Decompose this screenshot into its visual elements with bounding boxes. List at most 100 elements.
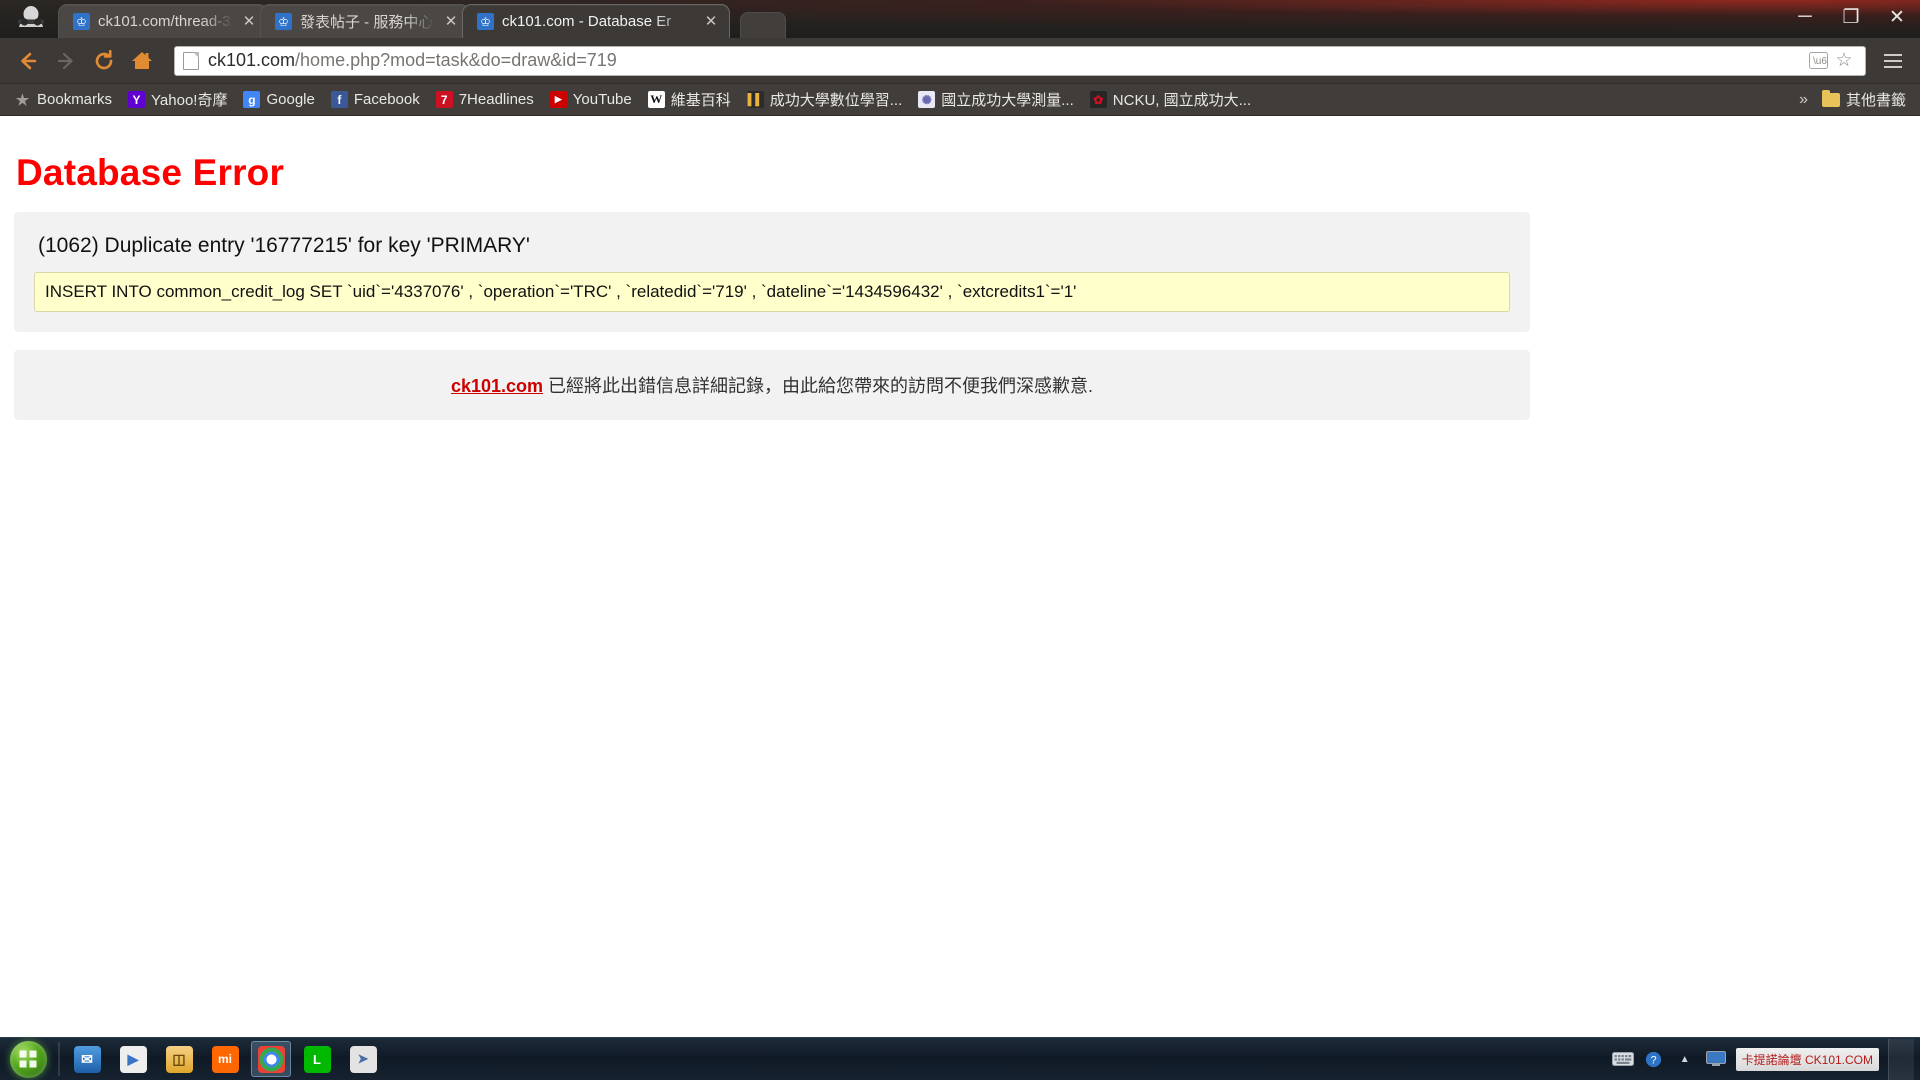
- line-icon: L: [303, 1045, 331, 1073]
- youtube-icon: ▶: [549, 91, 567, 108]
- messenger-icon: ✉: [73, 1045, 101, 1073]
- bookmark-item-7headlines[interactable]: 7 7Headlines: [428, 88, 542, 111]
- sevenheadlines-icon: 7: [435, 91, 453, 108]
- reload-button[interactable]: [86, 43, 122, 79]
- bookmark-item-ncku-survey[interactable]: ✺ 國立成功大學測量...: [910, 86, 1082, 113]
- bookmark-label: YouTube: [572, 91, 632, 108]
- maximize-button[interactable]: ❐: [1828, 0, 1874, 34]
- taskbar-item-line[interactable]: L: [297, 1041, 337, 1077]
- bookmark-item-google[interactable]: g Google: [235, 88, 322, 111]
- bookmark-item-facebook[interactable]: f Facebook: [323, 88, 428, 111]
- windows-start-orb-icon: [9, 1040, 47, 1078]
- error-panel: (1062) Duplicate entry '16777215' for ke…: [14, 212, 1530, 332]
- bookmark-item-bookmarks[interactable]: ★ Bookmarks: [6, 88, 120, 111]
- bookmark-label: Google: [266, 91, 315, 108]
- sql-query-box: INSERT INTO common_credit_log SET `uid`=…: [34, 272, 1510, 312]
- other-bookmarks-folder[interactable]: 其他書籤: [1814, 86, 1914, 113]
- back-button[interactable]: [10, 43, 46, 79]
- new-tab-button[interactable]: [740, 12, 786, 38]
- error-message: (1062) Duplicate entry '16777215' for ke…: [38, 234, 530, 257]
- status-badge: 卡提諾論壇 CK101.COM: [1735, 1047, 1879, 1071]
- google-icon: g: [243, 91, 261, 108]
- browser-tab[interactable]: ♔ 發表帖子 - 服務中心 - 卡提 ✕: [260, 4, 470, 38]
- tab-close-button[interactable]: ✕: [703, 14, 719, 30]
- crown-icon: ♔: [73, 13, 90, 30]
- yahoo-icon: Y: [128, 91, 146, 108]
- back-arrow-icon: [21, 52, 37, 69]
- taskbar-item-chrome[interactable]: [251, 1041, 291, 1077]
- facebook-icon: f: [330, 91, 348, 108]
- incognito-icon: [4, 2, 58, 38]
- show-desktop-button[interactable]: [1888, 1038, 1914, 1080]
- other-bookmarks-label: 其他書籤: [1845, 92, 1906, 109]
- crown-icon: ♔: [275, 13, 292, 30]
- taskbar-item-mi[interactable]: mi: [205, 1041, 245, 1077]
- start-button[interactable]: [2, 1039, 54, 1080]
- url-domain: ck101.com: [208, 50, 296, 70]
- ncku-survey-icon: ✺: [918, 91, 936, 108]
- bookmark-item-wikipedia[interactable]: W 維基百科: [640, 86, 739, 113]
- menu-line: [1884, 53, 1902, 56]
- taskbar-separator: [58, 1042, 60, 1076]
- notice-panel: ck101.com 已經將此出錯信息詳細記錄，由此給您帶來的訪問不便我們深感歉意…: [14, 350, 1530, 420]
- star-icon: ★: [15, 91, 30, 109]
- bookmark-item-yahoo[interactable]: Y Yahoo!奇摩: [120, 86, 235, 113]
- close-button[interactable]: ✕: [1874, 0, 1920, 34]
- browser-tab-active[interactable]: ♔ ck101.com - Database Er ✕: [462, 4, 730, 38]
- taskbar-item-media-player[interactable]: ▶: [113, 1041, 153, 1077]
- bookmark-label: Bookmarks: [37, 91, 113, 108]
- page-info-icon[interactable]: [183, 51, 199, 70]
- tab-title: ck101.com/thread-3283: [98, 13, 233, 30]
- browser-tab[interactable]: ♔ ck101.com/thread-3283 ✕: [58, 4, 268, 38]
- bookmark-label: Facebook: [353, 91, 420, 108]
- tab-title: ck101.com - Database Er: [502, 13, 672, 30]
- home-button[interactable]: [124, 43, 160, 79]
- chrome-icon: [257, 1045, 285, 1073]
- file-explorer-icon: ◫: [165, 1045, 193, 1073]
- translate-icon[interactable]: \u6587: [1805, 48, 1831, 74]
- folder-icon: [1821, 89, 1840, 107]
- windows-taskbar: ✉ ▶ ◫ mi L ➤ ? ▲ 卡提諾論壇 CK101.COM: [0, 1037, 1920, 1080]
- address-bar[interactable]: ck101.com/home.php?mod=task&do=draw&id=7…: [174, 45, 1866, 76]
- taskbar-item-messenger[interactable]: ✉: [67, 1041, 107, 1077]
- bookmark-label: 國立成功大學測量...: [941, 92, 1074, 109]
- wikipedia-icon: W: [647, 91, 665, 108]
- help-icon[interactable]: ?: [1643, 1049, 1665, 1069]
- bookmark-item-ncku-learning[interactable]: ▌▌ 成功大學數位學習...: [739, 86, 911, 113]
- home-icon: [132, 51, 152, 69]
- svg-text:?: ?: [1651, 1054, 1657, 1066]
- tab-strip: ♔ ck101.com/thread-3283 ✕ ♔ 發表帖子 - 服務中心 …: [0, 0, 1920, 38]
- reload-arrow-icon: [95, 49, 113, 69]
- ncku-icon: ✿: [1089, 91, 1107, 108]
- forward-button[interactable]: [48, 43, 84, 79]
- bookmark-item-ncku[interactable]: ✿ NCKU, 國立成功大...: [1082, 86, 1259, 113]
- menu-line: [1884, 65, 1902, 68]
- bookmark-label: 成功大學數位學習...: [769, 92, 903, 109]
- tab-title: 發表帖子 - 服務中心 - 卡提: [300, 14, 435, 31]
- show-hidden-icons-button[interactable]: ▲: [1674, 1049, 1696, 1069]
- url-path: /home.php?mod=task&do=draw&id=719: [295, 50, 617, 70]
- bookmark-label: 維基百科: [670, 92, 731, 109]
- keyboard-icon[interactable]: [1611, 1049, 1634, 1069]
- chrome-menu-button[interactable]: [1876, 44, 1910, 78]
- ck101-link[interactable]: ck101.com: [451, 376, 543, 396]
- monitor-icon[interactable]: [1705, 1049, 1727, 1069]
- bookmark-label: NCKU, 國立成功大...: [1112, 92, 1252, 109]
- minimize-button[interactable]: ─: [1782, 0, 1828, 34]
- taskbar-item-compass[interactable]: ➤: [343, 1041, 383, 1077]
- bookmarks-bar: ★ Bookmarks Y Yahoo!奇摩 g Google f Facebo…: [0, 84, 1920, 116]
- compass-icon: ➤: [349, 1045, 377, 1073]
- tab-close-button[interactable]: ✕: [443, 14, 459, 30]
- bookmark-star-icon[interactable]: ☆: [1831, 48, 1857, 74]
- bookmark-label: 7Headlines: [458, 91, 534, 108]
- taskbar-item-file-explorer[interactable]: ◫: [159, 1041, 199, 1077]
- crown-icon: ♔: [477, 13, 494, 30]
- address-bar-url: ck101.com/home.php?mod=task&do=draw&id=7…: [208, 50, 1805, 71]
- ncku-learning-icon: ▌▌: [746, 91, 764, 108]
- tab-close-button[interactable]: ✕: [241, 14, 257, 30]
- bookmark-item-youtube[interactable]: ▶ YouTube: [542, 88, 640, 111]
- notice-text: 已經將此出錯信息詳細記錄，由此給您帶來的訪問不便我們深感歉意.: [543, 376, 1094, 396]
- bookmarks-overflow-button[interactable]: »: [1793, 91, 1814, 109]
- svg-text:\u6587: \u6587: [1813, 56, 1828, 67]
- page-content: Database Error (1062) Duplicate entry '1…: [0, 124, 1920, 1042]
